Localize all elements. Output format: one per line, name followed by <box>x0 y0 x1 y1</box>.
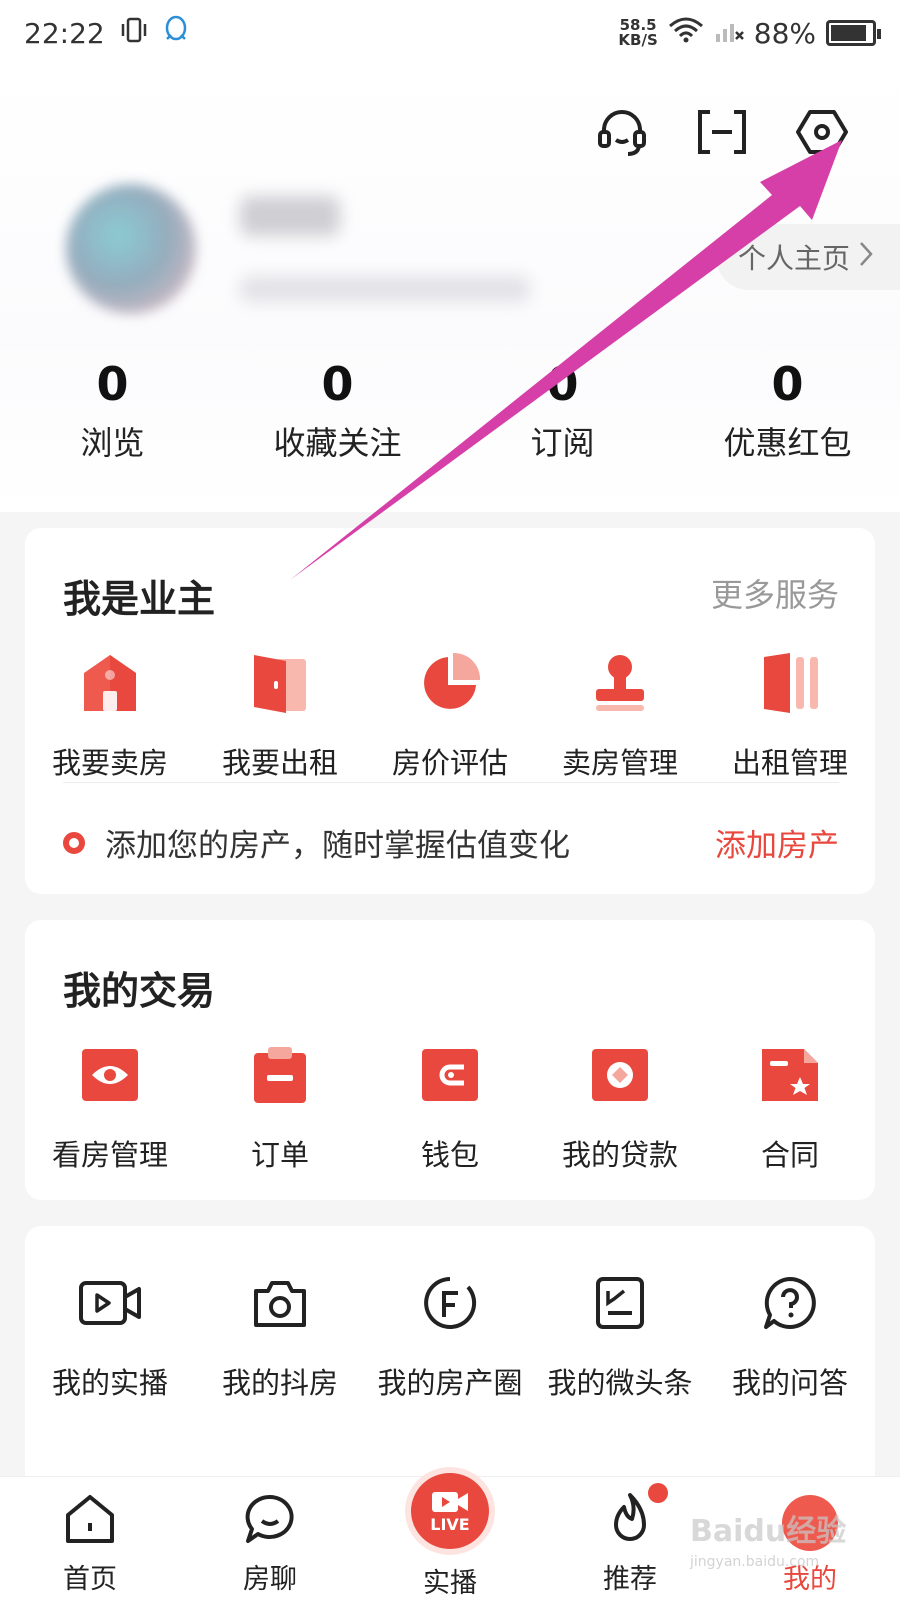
scan-icon[interactable] <box>694 104 750 160</box>
price-evaluation-item[interactable]: 房价评估 <box>365 648 535 782</box>
home-icon <box>62 1491 118 1551</box>
nav-chat[interactable]: 房聊 <box>180 1477 360 1600</box>
user-name-blurred <box>240 196 340 236</box>
battery-icon <box>826 20 881 46</box>
stat-favorites[interactable]: 0 收藏关注 <box>225 356 450 464</box>
flame-icon <box>602 1491 658 1551</box>
notification-dot <box>648 1483 668 1503</box>
camera-icon <box>245 1268 315 1338</box>
chat-icon <box>242 1491 298 1551</box>
circle-f-icon <box>415 1268 485 1338</box>
my-micro-headline-item[interactable]: 我的微头条 <box>535 1268 705 1402</box>
my-loan-item[interactable]: 我的贷款 <box>535 1040 705 1174</box>
house-icon <box>75 648 145 718</box>
live-icon: LIVE <box>405 1467 495 1555</box>
watermark-url: jingyan.baidu.com <box>690 1554 820 1570</box>
user-subtitle-blurred <box>240 276 530 302</box>
stamp-icon <box>585 648 655 718</box>
more-services-link[interactable]: 更多服务 <box>711 570 839 616</box>
profile-page-link[interactable]: 个人主页 <box>715 224 900 290</box>
nav-live[interactable]: LIVE 实播 <box>360 1467 540 1600</box>
loan-icon <box>585 1040 655 1110</box>
my-qa-item[interactable]: 我的问答 <box>705 1268 875 1402</box>
divider <box>63 782 839 783</box>
my-douyin-house-item[interactable]: 我的抖房 <box>195 1268 365 1402</box>
viewing-management-item[interactable]: 看房管理 <box>25 1040 195 1174</box>
trade-card-title: 我的交易 <box>63 969 216 1013</box>
video-icon <box>75 1268 145 1338</box>
stat-subscriptions[interactable]: 0 订阅 <box>450 356 675 464</box>
clipboard-icon <box>245 1040 315 1110</box>
wifi-icon <box>668 16 704 51</box>
owner-card: 我是业主 更多服务 我要卖房 我要出租 房价评估 卖房管理 出租管理 添加您的房… <box>25 528 875 894</box>
trade-card: 我的交易 看房管理 订单 钱包 我的贷款 合同 <box>25 920 875 1200</box>
headset-icon[interactable] <box>594 104 650 160</box>
status-time: 22:22 <box>24 16 105 50</box>
status-bar: 22:22 58.5 KB/S 88% <box>0 0 900 66</box>
note-icon <box>585 1268 655 1338</box>
settings-icon[interactable] <box>794 104 850 160</box>
contract-item[interactable]: 合同 <box>705 1040 875 1174</box>
sell-house-item[interactable]: 我要卖房 <box>25 648 195 782</box>
tip-text: 添加您的房产，随时掌握估值变化 <box>105 828 570 864</box>
qq-icon <box>163 15 189 52</box>
network-speed: 58.5 KB/S <box>618 16 658 49</box>
add-property-tip: 添加您的房产，随时掌握估值变化 添加房产 <box>63 820 839 865</box>
stat-coupons[interactable]: 0 优惠红包 <box>675 356 900 464</box>
stats-row: 0 浏览 0 收藏关注 0 订阅 0 优惠红包 <box>0 356 900 464</box>
wallet-item[interactable]: 钱包 <box>365 1040 535 1174</box>
nav-home[interactable]: 首页 <box>0 1477 180 1600</box>
profile-header: 个人主页 0 浏览 0 收藏关注 0 订阅 0 优惠红包 <box>0 66 900 512</box>
profile-link-label: 个人主页 <box>737 242 850 275</box>
my-live-item[interactable]: 我的实播 <box>25 1268 195 1402</box>
my-property-circle-item[interactable]: 我的房产圈 <box>365 1268 535 1402</box>
pie-chart-icon <box>415 648 485 718</box>
rent-out-item[interactable]: 我要出租 <box>195 648 365 782</box>
chevron-right-icon <box>858 240 874 275</box>
question-icon <box>755 1268 825 1338</box>
rent-management-item[interactable]: 出租管理 <box>705 648 875 782</box>
record-dot-icon <box>63 831 85 854</box>
stat-browse[interactable]: 0 浏览 <box>0 356 225 464</box>
add-property-button[interactable]: 添加房产 <box>715 820 839 865</box>
contract-icon <box>755 1040 825 1110</box>
orders-item[interactable]: 订单 <box>195 1040 365 1174</box>
avatar[interactable] <box>66 184 196 314</box>
battery-percent: 88% <box>753 16 816 50</box>
eye-icon <box>75 1040 145 1110</box>
vibrate-icon <box>119 15 149 52</box>
watermark-brand: Baidu经验 <box>690 1514 847 1549</box>
sale-management-item[interactable]: 卖房管理 <box>535 648 705 782</box>
live-badge-text: LIVE <box>430 1514 470 1534</box>
door-icon <box>245 648 315 718</box>
owner-card-title: 我是业主 <box>63 577 216 621</box>
wallet-icon <box>415 1040 485 1110</box>
books-icon <box>755 648 825 718</box>
signal-icon <box>714 16 744 51</box>
